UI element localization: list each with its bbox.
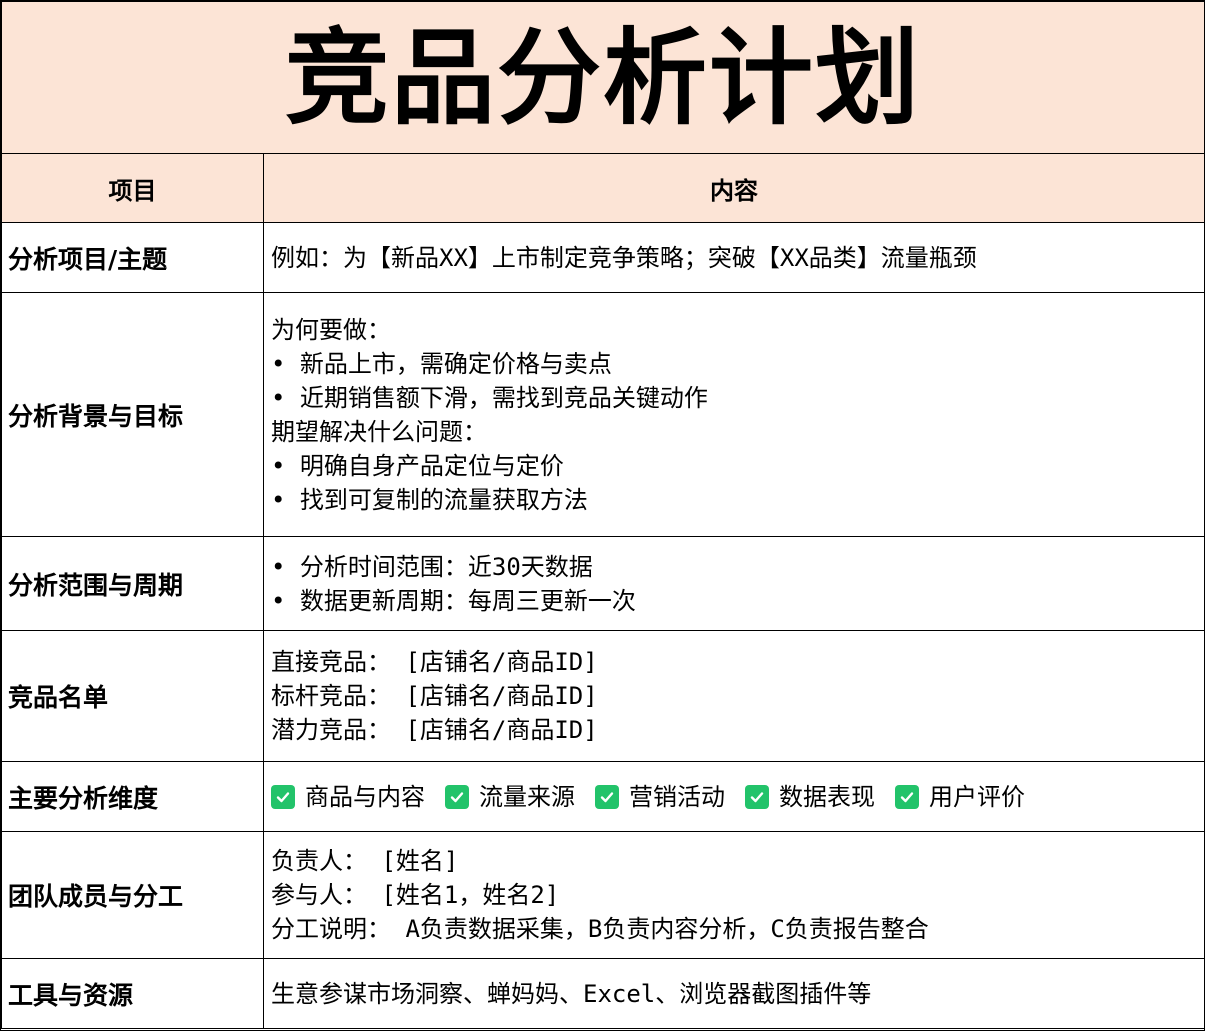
content-line: • 新品上市，需确定价格与卖点 <box>271 349 612 378</box>
page-title: 竞品分析计划 <box>0 1 1205 154</box>
content-line: 标杆竞品： [店铺名/商品ID] <box>271 682 598 710</box>
label-topic[interactable]: 分析项目/主题 <box>1 222 264 293</box>
checkbox-checked-icon[interactable] <box>271 784 295 809</box>
content-background[interactable]: 为何要做： • 新品上市，需确定价格与卖点 • 近期销售额下滑，需找到竞品关键动… <box>262 292 1205 537</box>
content-line: • 找到可复制的流量获取方法 <box>271 485 588 514</box>
dimension-label: 用户评价 <box>929 782 1025 811</box>
header-item: 项目 <box>1 153 264 223</box>
label-scope[interactable]: 分析范围与周期 <box>1 536 264 631</box>
plan-table: 竞品分析计划 项目 内容 分析项目/主题 例如：为【新品XX】上市制定竞争策略；… <box>0 1 1205 1029</box>
dimension-label: 流量来源 <box>479 782 575 811</box>
row-scope: 分析范围与周期 • 分析时间范围：近30天数据 • 数据更新周期：每周三更新一次 <box>1 536 1205 631</box>
label-dimensions[interactable]: 主要分析维度 <box>1 761 264 832</box>
dimension-item: 营销活动 <box>595 780 725 814</box>
content-line: 分工说明： A负责数据采集，B负责内容分析，C负责报告整合 <box>271 915 929 943</box>
label-background[interactable]: 分析背景与目标 <box>1 292 264 537</box>
dimension-checklist: 商品与内容 流量来源 营销活动 数据表现 用户评价 <box>271 780 1204 814</box>
content-line: 期望解决什么问题： <box>271 417 487 446</box>
row-topic: 分析项目/主题 例如：为【新品XX】上市制定竞争策略；突破【XX品类】流量瓶颈 <box>1 222 1205 293</box>
content-line: 为何要做： <box>271 315 391 344</box>
content-line: • 数据更新周期：每周三更新一次 <box>271 586 636 615</box>
dimension-label: 商品与内容 <box>305 782 425 811</box>
content-line: 直接竞品： [店铺名/商品ID] <box>271 648 598 676</box>
header-content: 内容 <box>262 153 1205 223</box>
row-background: 分析背景与目标 为何要做： • 新品上市，需确定价格与卖点 • 近期销售额下滑，… <box>1 292 1205 537</box>
row-dimensions: 主要分析维度 商品与内容 流量来源 营销活动 数据表现 用户评价 <box>1 761 1205 832</box>
content-competitors[interactable]: 直接竞品： [店铺名/商品ID] 标杆竞品： [店铺名/商品ID] 潜力竞品： … <box>262 630 1205 762</box>
content-tools[interactable]: 生意参谋市场洞察、蝉妈妈、Excel、浏览器截图插件等 <box>262 958 1205 1029</box>
checkbox-checked-icon[interactable] <box>445 784 469 809</box>
dimension-item: 流量来源 <box>445 780 575 814</box>
content-dimensions[interactable]: 商品与内容 流量来源 营销活动 数据表现 用户评价 <box>262 761 1205 832</box>
dimension-item: 商品与内容 <box>271 780 425 814</box>
content-scope[interactable]: • 分析时间范围：近30天数据 • 数据更新周期：每周三更新一次 <box>262 536 1205 631</box>
content-line: 生意参谋市场洞察、蝉妈妈、Excel、浏览器截图插件等 <box>271 979 872 1008</box>
content-line: 负责人： [姓名] <box>271 847 459 875</box>
content-line: • 明确自身产品定位与定价 <box>271 451 564 480</box>
checkbox-checked-icon[interactable] <box>895 784 919 809</box>
content-line: 例如：为【新品XX】上市制定竞争策略；突破【XX品类】流量瓶颈 <box>271 243 977 272</box>
row-team: 团队成员与分工 负责人： [姓名] 参与人： [姓名1，姓名2] 分工说明： A… <box>1 831 1205 959</box>
content-line: 参与人： [姓名1，姓名2] <box>271 881 560 909</box>
header-row: 项目 内容 <box>1 153 1205 223</box>
content-team[interactable]: 负责人： [姓名] 参与人： [姓名1，姓名2] 分工说明： A负责数据采集，B… <box>262 831 1205 959</box>
title-row: 竞品分析计划 <box>0 1 1205 154</box>
checkbox-checked-icon[interactable] <box>745 784 769 809</box>
checkbox-checked-icon[interactable] <box>595 784 619 809</box>
label-tools[interactable]: 工具与资源 <box>1 958 264 1029</box>
content-line: • 分析时间范围：近30天数据 <box>271 552 593 581</box>
row-competitors: 竞品名单 直接竞品： [店铺名/商品ID] 标杆竞品： [店铺名/商品ID] 潜… <box>1 630 1205 762</box>
spreadsheet: 竞品分析计划 项目 内容 分析项目/主题 例如：为【新品XX】上市制定竞争策略；… <box>0 0 1205 1031</box>
row-tools: 工具与资源 生意参谋市场洞察、蝉妈妈、Excel、浏览器截图插件等 <box>1 958 1205 1029</box>
dimension-item: 数据表现 <box>745 780 875 814</box>
content-topic[interactable]: 例如：为【新品XX】上市制定竞争策略；突破【XX品类】流量瓶颈 <box>262 222 1205 293</box>
label-competitors[interactable]: 竞品名单 <box>1 630 264 762</box>
dimension-item: 用户评价 <box>895 780 1025 814</box>
label-team[interactable]: 团队成员与分工 <box>1 831 264 959</box>
dimension-label: 数据表现 <box>779 782 875 811</box>
content-line: • 近期销售额下滑，需找到竞品关键动作 <box>271 383 708 412</box>
dimension-label: 营销活动 <box>629 782 725 811</box>
content-line: 潜力竞品： [店铺名/商品ID] <box>271 716 598 744</box>
